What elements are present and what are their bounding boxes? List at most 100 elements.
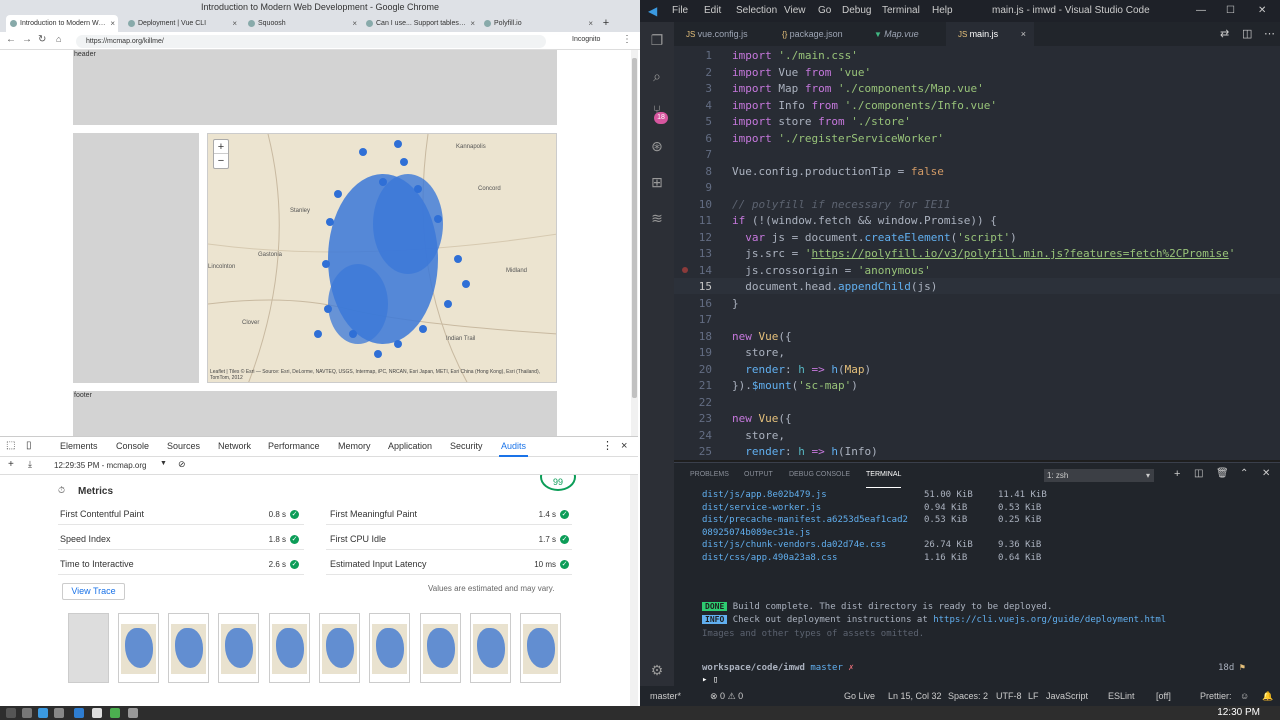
encoding[interactable]: UTF-8 <box>996 686 1022 706</box>
forward-icon[interactable]: → <box>22 34 32 45</box>
cursor-position[interactable]: Ln 15, Col 32 <box>888 686 942 706</box>
tab-vue-config[interactable]: JS vue.config.js <box>674 22 770 46</box>
branch-status[interactable]: master* <box>650 686 681 706</box>
open-changes-icon[interactable]: ⇄ <box>1220 27 1229 40</box>
zoom-in-button[interactable]: + <box>214 140 228 154</box>
terminal-select[interactable]: 1: zsh ▾ <box>1044 469 1154 482</box>
tab-performance[interactable]: Performance <box>268 437 320 455</box>
bell-icon[interactable]: 🔔 <box>1262 686 1273 706</box>
menu-selection[interactable]: Selection <box>736 0 777 22</box>
menu-edit[interactable]: Edit <box>704 0 721 22</box>
tab-audits[interactable]: Audits <box>499 437 529 457</box>
home-icon[interactable]: ⌂ <box>56 34 61 44</box>
error-count[interactable]: ⊗ 0 ⚠ 0 <box>710 686 743 706</box>
app-icon[interactable] <box>38 708 48 718</box>
smiley-icon[interactable]: ☺ <box>1240 686 1249 706</box>
download-icon[interactable]: ⤓ <box>28 459 32 470</box>
menu-go[interactable]: Go <box>818 0 831 22</box>
app-icon[interactable] <box>128 708 138 718</box>
more-icon[interactable]: ⋮ <box>602 437 613 455</box>
tab-deployment[interactable]: Deployment | Vue CLI × <box>124 15 240 32</box>
close-icon[interactable]: × <box>470 15 475 32</box>
minimize-icon[interactable]: — <box>1196 0 1206 22</box>
report-selector[interactable]: 12:29:35 PM - mcmap.org <box>54 461 146 470</box>
terminal-cursor[interactable]: ▸ ▯ <box>702 675 718 685</box>
tab-caniuse[interactable]: Can I use... Support tables fo... × <box>362 15 478 32</box>
debug-icon[interactable]: ⊛ <box>649 138 665 154</box>
tab-network[interactable]: Network <box>218 437 251 455</box>
close-icon[interactable]: ✕ <box>1262 468 1270 479</box>
app-icon[interactable] <box>92 708 102 718</box>
close-icon[interactable]: × <box>621 437 627 455</box>
info-link[interactable]: https://cli.vuejs.org/guide/deployment.h… <box>933 615 1166 625</box>
menu-file[interactable]: File <box>672 0 688 22</box>
devtools-scrollbar[interactable] <box>630 475 638 706</box>
new-tab-button[interactable]: + <box>598 15 614 32</box>
tab-main-js[interactable]: JS main.js × <box>946 22 1034 46</box>
tab-map-vue[interactable]: ▼ Map.vue <box>862 22 946 46</box>
gear-icon[interactable]: ⚙ <box>649 662 665 678</box>
search-icon[interactable]: ⌕ <box>649 68 665 84</box>
add-icon[interactable]: + <box>8 459 14 470</box>
zoom-out-button[interactable]: − <box>214 154 228 168</box>
more-icon[interactable]: ⋯ <box>1264 27 1275 40</box>
device-toggle-icon[interactable]: ▯ <box>26 437 32 455</box>
split-terminal-icon[interactable]: ◫ <box>1194 468 1203 479</box>
off-status[interactable]: [off] <box>1156 686 1171 706</box>
tab-package-json[interactable]: {} package.json <box>770 22 862 46</box>
menu-icon[interactable]: ⋮ <box>622 34 632 45</box>
code-editor[interactable]: 1 import './main.css' 2 import Vue from 'vu… <box>674 46 1280 460</box>
trash-icon[interactable]: 🗑 <box>1216 468 1229 479</box>
indent-setting[interactable]: Spaces: 2 <box>948 686 988 706</box>
leaflet-map[interactable]: + − Kannapolis Concord Stanley Gastonia … <box>207 133 557 383</box>
tab-memory[interactable]: Memory <box>338 437 371 455</box>
eslint-status[interactable]: ESLint <box>1108 686 1135 706</box>
clock[interactable]: 12:30 PM <box>1217 706 1260 720</box>
tab-elements[interactable]: Elements <box>60 437 98 455</box>
explorer-icon[interactable]: ❐ <box>649 32 665 48</box>
dropdown-icon[interactable]: ▼ <box>160 460 167 467</box>
close-icon[interactable]: × <box>588 15 593 32</box>
prettier-status[interactable]: Prettier: <box>1200 686 1232 706</box>
tab-security[interactable]: Security <box>450 437 483 455</box>
tab-polyfill[interactable]: Polyfill.io × <box>480 15 596 32</box>
view-trace-button[interactable]: View Trace <box>62 583 125 600</box>
tab-application[interactable]: Application <box>388 437 432 455</box>
language-mode[interactable]: JavaScript <box>1046 686 1088 706</box>
menu-help[interactable]: Help <box>932 0 953 22</box>
breakpoint-icon[interactable] <box>682 267 688 273</box>
clear-icon[interactable]: ⊘ <box>178 459 186 470</box>
extensions-icon[interactable]: ⊞ <box>649 174 665 190</box>
maximize-panel-icon[interactable]: ⌃ <box>1240 468 1248 479</box>
close-icon[interactable]: ✕ <box>1258 0 1266 22</box>
close-icon[interactable]: × <box>232 15 237 32</box>
split-editor-icon[interactable]: ◫ <box>1242 27 1252 40</box>
new-terminal-icon[interactable]: + <box>1174 468 1180 480</box>
vscode-task-icon[interactable] <box>74 708 84 718</box>
docker-icon[interactable]: ≋ <box>649 210 665 226</box>
tab-sources[interactable]: Sources <box>167 437 200 455</box>
chrome-task-icon[interactable] <box>110 708 120 718</box>
app-icon[interactable] <box>22 708 32 718</box>
tab-output[interactable]: OUTPUT <box>744 463 773 487</box>
tab-console[interactable]: Console <box>116 437 149 455</box>
app-icon[interactable] <box>54 708 64 718</box>
eol[interactable]: LF <box>1028 686 1039 706</box>
maximize-icon[interactable]: ☐ <box>1226 0 1235 22</box>
menu-debug[interactable]: Debug <box>842 0 871 22</box>
reload-icon[interactable]: ↻ <box>38 34 46 45</box>
inspect-icon[interactable]: ⬚ <box>6 437 15 455</box>
tab-intro[interactable]: Introduction to Modern Web... × <box>6 15 118 32</box>
close-icon[interactable]: × <box>1021 22 1026 46</box>
address-bar[interactable]: https://mcmap.org/killme/ <box>76 35 546 48</box>
close-icon[interactable]: × <box>352 15 357 32</box>
page-scroll-thumb[interactable] <box>632 58 637 398</box>
menu-terminal[interactable]: Terminal <box>882 0 920 22</box>
tab-debug-console[interactable]: DEBUG CONSOLE <box>789 463 850 487</box>
tab-terminal[interactable]: TERMINAL <box>866 463 902 488</box>
menu-view[interactable]: View <box>784 0 806 22</box>
close-icon[interactable]: × <box>110 15 115 32</box>
go-live-button[interactable]: Go Live <box>844 686 875 706</box>
tab-squoosh[interactable]: Squoosh × <box>244 15 360 32</box>
back-icon[interactable]: ← <box>6 34 16 45</box>
